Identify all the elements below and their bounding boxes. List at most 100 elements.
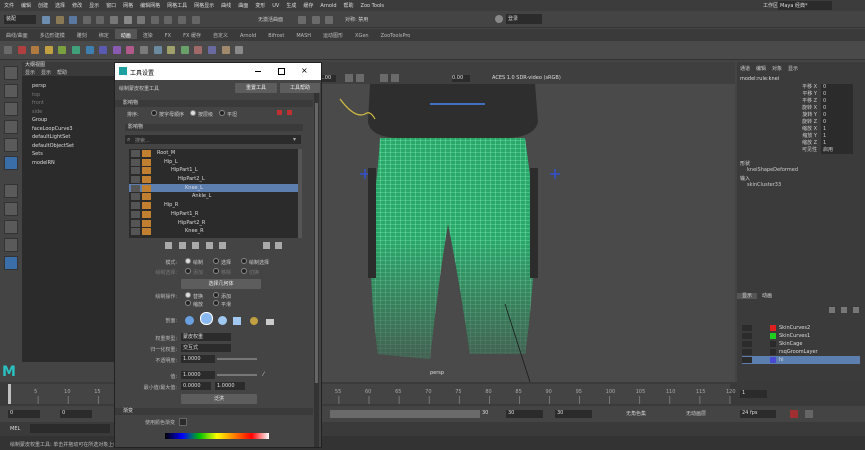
lock-influence-icon[interactable] [192, 242, 200, 249]
add-influence-icon[interactable] [165, 242, 172, 249]
menu-item[interactable]: 帮助 [340, 0, 357, 9]
user-icon[interactable] [495, 15, 503, 23]
layer-color-swatch[interactable] [770, 325, 776, 331]
constraint-icon[interactable] [153, 46, 162, 54]
joint-color-swatch[interactable] [142, 176, 151, 184]
new-scene-icon[interactable] [42, 16, 50, 24]
influence-list-scrollbar[interactable] [298, 149, 302, 238]
close-icon[interactable]: × [301, 66, 308, 75]
channel-value[interactable]: 0 [821, 119, 853, 126]
menu-item[interactable]: 网格工具 [163, 0, 190, 9]
layer-color-swatch[interactable] [770, 341, 776, 347]
influence-row[interactable]: HipPart1_R [129, 210, 299, 219]
cluster-icon[interactable] [85, 46, 94, 54]
channel-row[interactable]: 缩放 Y 1 [737, 133, 865, 140]
character-set-select[interactable]: 无角色集 [626, 410, 646, 417]
rotate-tool-icon[interactable] [4, 138, 18, 152]
radio-button[interactable] [185, 300, 191, 306]
radio-button[interactable] [213, 300, 220, 306]
outliner-item[interactable]: top [22, 91, 114, 100]
layer-options-icon[interactable] [841, 307, 847, 313]
current-frame-field[interactable]: 1 [740, 390, 767, 398]
joint-color-swatch[interactable] [142, 167, 151, 175]
layer-visibility-toggle[interactable] [742, 357, 752, 363]
min-value-field[interactable]: 0.0000 [181, 382, 211, 390]
influence-row[interactable]: HipPart2_R [129, 219, 299, 228]
render-settings-icon[interactable] [325, 16, 334, 24]
normalize-select[interactable]: 交互式 [181, 344, 231, 352]
influence-row[interactable]: HipPart1_L [129, 166, 299, 175]
hold-toggle[interactable] [131, 184, 140, 192]
layer-color-swatch[interactable] [770, 349, 776, 355]
redo-icon[interactable] [96, 16, 105, 24]
sort-radio[interactable] [151, 110, 157, 116]
hold-toggle[interactable] [131, 150, 140, 157]
layer-row[interactable]: SkinCurves1 [742, 332, 860, 340]
opacity-slider[interactable] [217, 358, 257, 360]
blendshape-icon[interactable] [112, 46, 121, 54]
solid-brush-icon[interactable] [218, 316, 228, 325]
channel-row[interactable]: 旋转 X 0 [737, 105, 865, 112]
outliner-layout-icon[interactable] [4, 256, 18, 270]
channel-box-menu-item[interactable]: 显示 [785, 66, 801, 72]
end-frame-field[interactable]: 30 [482, 410, 502, 418]
bind-skin-icon[interactable] [58, 46, 67, 54]
shelf-tab[interactable]: ZooToolsPro [375, 30, 417, 39]
menu-item[interactable]: Arnold [316, 1, 339, 9]
wireframe-icon[interactable] [380, 74, 388, 82]
sort-radio[interactable] [219, 110, 226, 116]
outliner-item[interactable]: front [22, 99, 114, 108]
hold-toggle[interactable] [131, 176, 140, 184]
outliner-item[interactable]: modelRN [22, 159, 114, 168]
menu-item[interactable]: 创建 [34, 0, 51, 9]
channel-box-menu-item[interactable]: 编辑 [753, 66, 769, 72]
move-tool-icon[interactable] [4, 120, 18, 134]
colorspace-select[interactable]: ACES 1.0 SDR-video (sRGB) [492, 75, 561, 81]
value-slider[interactable] [217, 374, 257, 376]
end-playback-field[interactable]: 30 [555, 410, 592, 418]
new-layer-icon[interactable] [829, 307, 835, 313]
influence-row[interactable]: Knee_R [129, 227, 299, 236]
shelf-tab[interactable]: 运动图形 [317, 29, 349, 39]
select-influence-icon[interactable] [219, 242, 227, 249]
layer-color-swatch[interactable] [770, 357, 776, 363]
persp-graph-layout-icon[interactable] [4, 238, 18, 252]
start-frame-field[interactable]: 0 [8, 410, 40, 418]
max-value-field[interactable]: 1.0000 [215, 382, 245, 390]
hold-toggle[interactable] [131, 228, 140, 236]
shelf-settings-icon[interactable] [4, 46, 12, 54]
collapse-icon[interactable] [275, 242, 282, 249]
color-brush-icon[interactable] [250, 317, 259, 325]
menu-item[interactable]: 曲线 [217, 0, 234, 9]
layer-visibility-toggle[interactable] [742, 333, 752, 339]
snap-grid-icon[interactable] [150, 16, 159, 24]
outliner-item[interactable]: defaultLightSet [22, 133, 114, 142]
channel-value[interactable]: 0 [821, 105, 853, 112]
lattice-icon[interactable] [99, 46, 108, 54]
channel-row[interactable]: 平移 Y 0 [737, 91, 865, 98]
live-surface-label[interactable]: 无激活曲面 [258, 16, 283, 23]
joint-color-swatch[interactable] [142, 228, 151, 236]
joint-color-swatch[interactable] [142, 158, 151, 166]
select-object-icon[interactable] [123, 16, 132, 24]
layer-row[interactable]: SkinCurves2 [742, 324, 860, 332]
camera-icon[interactable] [345, 74, 353, 82]
weight-type-select[interactable]: 蒙皮权重 [181, 333, 231, 341]
outliner-item[interactable]: Sets [22, 150, 114, 159]
influence-row[interactable]: HipPart2_L [129, 175, 299, 184]
wrap-icon[interactable] [126, 46, 135, 54]
channel-row[interactable]: 旋转 Z 0 [737, 119, 865, 126]
radio-button[interactable] [241, 268, 248, 274]
unlock-influence-icon[interactable] [205, 242, 213, 249]
gaussian-brush-icon[interactable] [185, 316, 194, 325]
workspace-select[interactable]: Maya 经典* [778, 1, 832, 10]
outliner-menu-item[interactable]: 显示 [22, 70, 38, 76]
shelf-tab[interactable]: FX 缓存 [177, 29, 207, 39]
menu-item[interactable]: 缓存 [299, 0, 316, 9]
anim-layer-select[interactable]: 无动画层 [686, 410, 706, 417]
sort-icon-a[interactable] [277, 110, 282, 115]
channel-row[interactable]: 缩放 X 1 [737, 126, 865, 133]
shaded-icon[interactable] [391, 74, 399, 82]
influence-row[interactable]: Hip_R [129, 201, 299, 210]
shelf-tab[interactable]: 多边形建模 [34, 29, 71, 39]
